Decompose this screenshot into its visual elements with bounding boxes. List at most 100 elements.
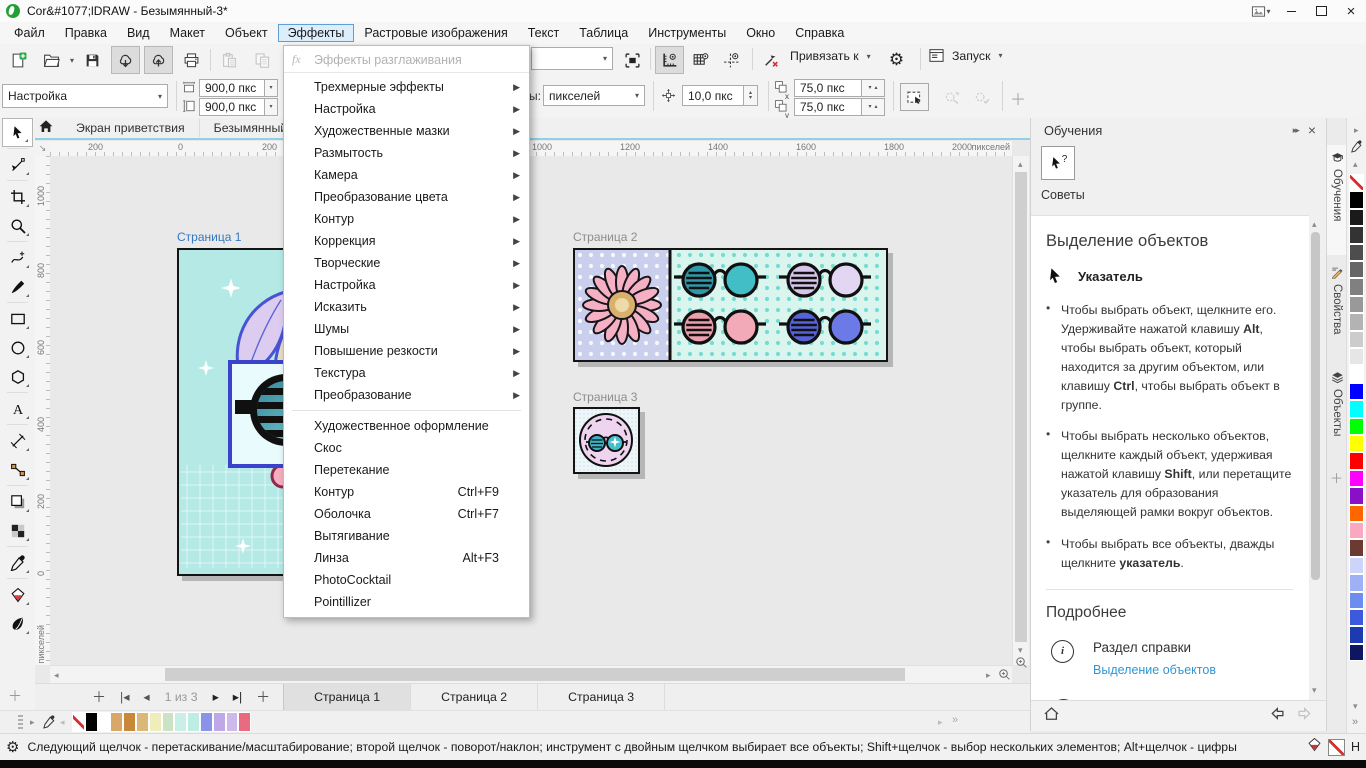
docker-scrollbar[interactable]: ▴ ▾ bbox=[1309, 218, 1323, 700]
docpal-color-cdb9ec[interactable] bbox=[226, 712, 239, 732]
palette-color-808080[interactable] bbox=[1349, 278, 1364, 295]
docpal-scroll-right-icon[interactable]: ▸ bbox=[938, 718, 943, 727]
effects-menu-plain-item-6[interactable]: Вытягивание bbox=[284, 525, 529, 547]
shape-tool[interactable] bbox=[2, 150, 33, 179]
vertical-ruler[interactable]: 10008006004002000пикселей bbox=[35, 156, 51, 665]
units-combo[interactable]: пикселей▾ bbox=[543, 85, 645, 106]
palette-color-0d1660[interactable] bbox=[1349, 644, 1364, 661]
effects-menu-item-2[interactable]: Настройка▶ bbox=[284, 98, 529, 120]
page-tab-2[interactable]: Страница 2 bbox=[411, 684, 538, 711]
fullscreen-preview-icon[interactable] bbox=[618, 46, 647, 74]
back-icon[interactable] bbox=[1268, 705, 1285, 727]
menubar-item-11[interactable]: Окно bbox=[736, 24, 785, 42]
options-gear-icon[interactable]: ⚙ bbox=[882, 46, 911, 74]
connector-tool[interactable] bbox=[2, 455, 33, 484]
outline-color-swatch[interactable] bbox=[1328, 739, 1345, 756]
cloud-upload-icon[interactable] bbox=[144, 46, 173, 74]
menubar-item-4[interactable]: Макет bbox=[160, 24, 215, 42]
docpal-color-ffffff[interactable] bbox=[98, 712, 111, 732]
forward-icon[interactable] bbox=[1297, 705, 1314, 727]
menubar-item-5[interactable]: Объект bbox=[215, 24, 278, 42]
menubar-item-6[interactable]: Эффекты bbox=[278, 24, 355, 42]
effects-menu-item-13[interactable]: Повышение резкости▶ bbox=[284, 340, 529, 362]
text-tool[interactable]: A bbox=[2, 394, 33, 423]
docpal-color-c9efe6[interactable] bbox=[174, 712, 187, 732]
docpal-color-d9a868[interactable] bbox=[110, 712, 123, 732]
docpal-color-efedbc[interactable] bbox=[149, 712, 162, 732]
treat-as-filled-icon[interactable] bbox=[900, 83, 929, 111]
effects-menu-item-10[interactable]: Настройка▶ bbox=[284, 274, 529, 296]
launch-button[interactable]: Запуск▾ bbox=[928, 47, 1002, 64]
effects-menu-plain-item-4[interactable]: КонтурCtrl+F9 bbox=[284, 481, 529, 503]
menubar-item-2[interactable]: Правка bbox=[55, 24, 117, 42]
effects-menu-item-11[interactable]: Исказить▶ bbox=[284, 296, 529, 318]
add-control-icon[interactable]: ＋ bbox=[1010, 86, 1026, 110]
horizontal-scrollbar[interactable]: ◂ ▸ bbox=[50, 665, 1012, 684]
apply-properties-icon[interactable] bbox=[968, 83, 997, 111]
print-icon[interactable] bbox=[177, 46, 206, 74]
color-eyedropper-tool[interactable] bbox=[2, 548, 33, 577]
docpal-color-bfa8e8[interactable] bbox=[213, 712, 226, 732]
menubar-item-1[interactable]: Файл bbox=[4, 24, 55, 42]
rulers-toggle-icon[interactable] bbox=[655, 46, 684, 74]
preset-combo[interactable]: Настройка▾ bbox=[2, 84, 168, 108]
nudge-field[interactable]: 10,0 пкс bbox=[682, 85, 744, 106]
palette-color-3b5bdc[interactable] bbox=[1349, 609, 1364, 626]
transparency-tool[interactable] bbox=[2, 516, 33, 545]
zoom-scroll-icon[interactable] bbox=[1015, 656, 1028, 674]
docker-tab-Объекты[interactable]: Объекты bbox=[1327, 365, 1347, 461]
palette-color-ffff00[interactable] bbox=[1349, 435, 1364, 452]
docpal-expand-icon[interactable]: » bbox=[952, 714, 958, 726]
copy-icon[interactable] bbox=[248, 46, 277, 74]
effects-menu-plain-item-2[interactable]: Скос bbox=[284, 437, 529, 459]
docker-tab-Обучения[interactable]: Обучения bbox=[1327, 145, 1347, 255]
palette-color-00ff00[interactable] bbox=[1349, 418, 1364, 435]
palette-color-999999[interactable] bbox=[1349, 296, 1364, 313]
docpal-color-ea6a80[interactable] bbox=[238, 712, 251, 732]
dimension-tool[interactable] bbox=[2, 426, 33, 455]
polygon-tool[interactable] bbox=[2, 362, 33, 391]
nudge-spinner[interactable]: ▴▾ bbox=[743, 85, 758, 106]
page-tab-1[interactable]: Страница 1 bbox=[283, 684, 411, 711]
palette-color-6c8cf0[interactable] bbox=[1349, 592, 1364, 609]
palette-flyout-icon[interactable]: ▸ bbox=[1354, 126, 1359, 135]
palette-expand-icon[interactable]: » bbox=[1352, 716, 1358, 728]
palette-color-0000ff[interactable] bbox=[1349, 383, 1364, 400]
docpal-color-bdeee6[interactable] bbox=[187, 712, 200, 732]
menubar-item-3[interactable]: Вид bbox=[117, 24, 160, 42]
effects-menu-item-4[interactable]: Размытость▶ bbox=[284, 142, 529, 164]
docpal-color-none[interactable] bbox=[72, 712, 85, 732]
effects-menu-item-7[interactable]: Контур▶ bbox=[284, 208, 529, 230]
palette-color-e6e6e6[interactable] bbox=[1349, 348, 1364, 365]
close-docker-icon[interactable]: × bbox=[1308, 122, 1316, 138]
docpal-color-8a93ea[interactable] bbox=[200, 712, 213, 732]
ruler-origin[interactable]: ↘ bbox=[35, 141, 51, 157]
docpal-flyout-icon[interactable]: ▸ bbox=[30, 718, 35, 727]
tips-label[interactable]: Советы bbox=[1041, 188, 1085, 202]
effects-menu-item-9[interactable]: Творческие▶ bbox=[284, 252, 529, 274]
effects-menu-item-5[interactable]: Камера▶ bbox=[284, 164, 529, 186]
menubar-item-9[interactable]: Таблица bbox=[569, 24, 638, 42]
save-icon[interactable] bbox=[78, 46, 107, 74]
open-flyout-caret[interactable]: ▾ bbox=[70, 56, 74, 65]
palette-color-none[interactable] bbox=[1349, 174, 1364, 191]
palette-color-ff0000[interactable] bbox=[1349, 452, 1364, 469]
menubar-item-12[interactable]: Справка bbox=[785, 24, 854, 42]
height-caret[interactable]: ▾ bbox=[264, 98, 278, 116]
palette-drag-handle[interactable] bbox=[18, 715, 23, 729]
effects-menu-item-12[interactable]: Шумы▶ bbox=[284, 318, 529, 340]
palette-scroll-up-icon[interactable]: ▴ bbox=[1353, 160, 1358, 169]
zoom-level-combo[interactable]: ▾ bbox=[531, 47, 613, 70]
effects-menu-item-14[interactable]: Текстура▶ bbox=[284, 362, 529, 384]
home-tab-icon[interactable] bbox=[38, 118, 54, 139]
effects-menu-plain-item-9[interactable]: Pointillizer bbox=[284, 591, 529, 613]
menubar-item-7[interactable]: Растровые изображения bbox=[354, 24, 517, 42]
width-field[interactable]: 900,0 пкс bbox=[199, 79, 265, 97]
palette-color-4d4d4d[interactable] bbox=[1349, 244, 1364, 261]
palette-color-f9a8c0[interactable] bbox=[1349, 522, 1364, 539]
whats-new-icon[interactable]: ▾ bbox=[1246, 1, 1276, 21]
customize-toolbox-icon[interactable]: ＋ bbox=[8, 686, 22, 706]
effects-menu-item-8[interactable]: Коррекция▶ bbox=[284, 230, 529, 252]
status-gear-icon[interactable]: ⚙ bbox=[6, 738, 19, 756]
duplicate-y-spinner[interactable]: ▾▴ bbox=[861, 98, 885, 116]
